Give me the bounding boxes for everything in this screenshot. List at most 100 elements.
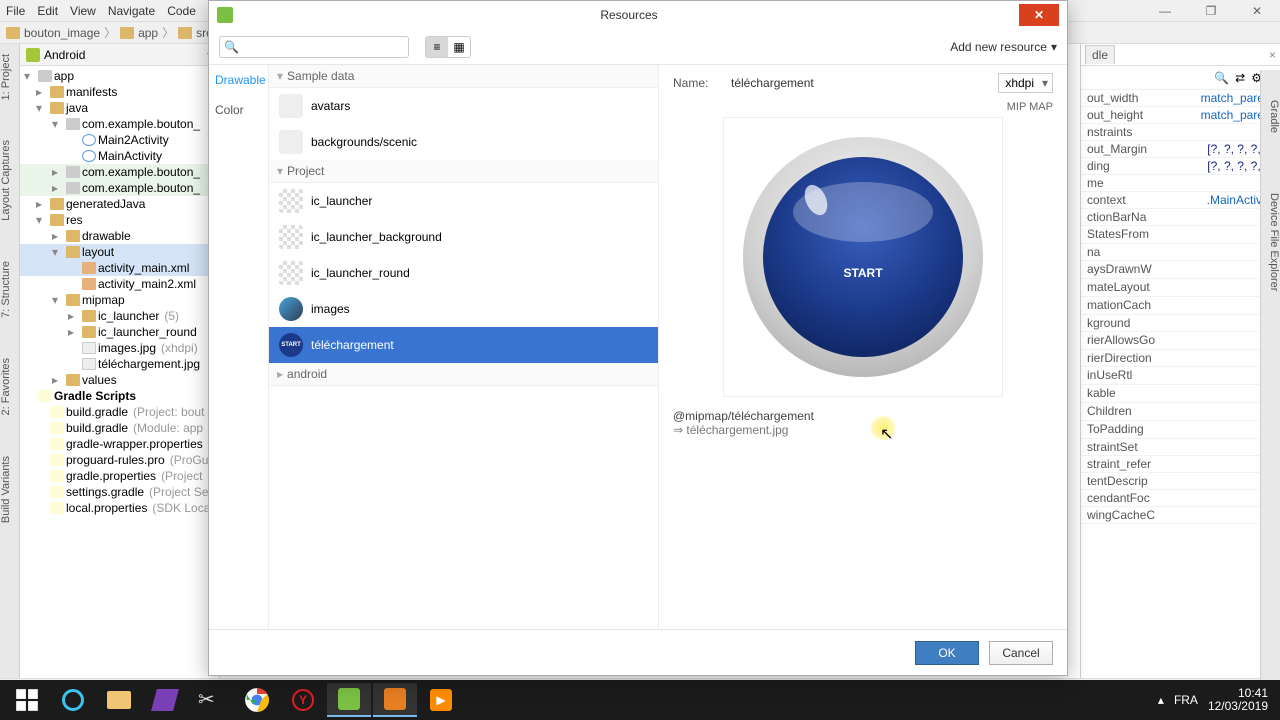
taskbar-ie[interactable]	[51, 683, 95, 717]
resource-section[interactable]: ▾Project	[269, 160, 658, 183]
density-select[interactable]: xhdpi	[998, 73, 1053, 93]
attr-row[interactable]: cendantFoc	[1081, 490, 1280, 507]
ok-button[interactable]: OK	[915, 641, 979, 665]
add-new-resource-button[interactable]: Add new resource▾	[950, 40, 1057, 54]
attr-row[interactable]: out_heightmatch_parent	[1081, 107, 1280, 124]
project-tree[interactable]: ▾app▸manifests▾java▾com.example.bouton_M…	[20, 66, 219, 678]
menu-navigate[interactable]: Navigate	[108, 4, 155, 18]
sidetab[interactable]: 7: Structure	[0, 261, 19, 318]
sidetab[interactable]: Build Variants	[0, 456, 19, 523]
attr-row[interactable]: na	[1081, 244, 1280, 261]
menu-code[interactable]: Code	[167, 4, 196, 18]
tree-row[interactable]: MainActivity	[20, 148, 219, 164]
menu-edit[interactable]: Edit	[37, 4, 58, 18]
tree-row[interactable]: Main2Activity	[20, 132, 219, 148]
close-icon[interactable]: ×	[1269, 48, 1276, 62]
tray-lang[interactable]: FRA	[1174, 693, 1198, 707]
tree-row[interactable]: activity_main2.xml	[20, 276, 219, 292]
tree-row[interactable]: activity_main.xml	[20, 260, 219, 276]
attr-row[interactable]: kable	[1081, 385, 1280, 403]
attr-row[interactable]: Children	[1081, 403, 1280, 421]
project-header-label[interactable]: Android	[44, 48, 85, 62]
attr-row[interactable]: nstraints	[1081, 124, 1280, 141]
menu-file[interactable]: File	[6, 4, 25, 18]
attr-row[interactable]: rierAllowsGo	[1081, 332, 1280, 350]
tree-row[interactable]: settings.gradle(Project Se	[20, 484, 219, 500]
tree-row[interactable]: ▸generatedJava	[20, 196, 219, 212]
search-box[interactable]: 🔍	[219, 36, 409, 58]
attr-row[interactable]: rierDirection	[1081, 350, 1280, 367]
resource-section[interactable]: ▾Sample data	[269, 65, 658, 88]
attr-row[interactable]: straintSet	[1081, 439, 1280, 456]
attr-row[interactable]: ding[?, ?, ?, ?, ?]	[1081, 158, 1280, 175]
restore-button[interactable]: ❐	[1188, 0, 1234, 22]
tree-row[interactable]: ▾app	[20, 68, 219, 84]
taskbar-player[interactable]: ▶	[419, 683, 463, 717]
link-icon[interactable]: ⇄	[1235, 71, 1245, 85]
tree-row[interactable]: ▾res	[20, 212, 219, 228]
attr-row[interactable]: out_widthmatch_parent	[1081, 90, 1280, 107]
tree-row[interactable]: build.gradle(Project: bout	[20, 404, 219, 420]
resource-item[interactable]: ic_launcher_round	[269, 255, 658, 291]
close-button[interactable]: ✕	[1234, 0, 1280, 22]
tree-row[interactable]: ▸drawable	[20, 228, 219, 244]
attr-row[interactable]: tentDescrip	[1081, 473, 1280, 490]
taskbar-vs[interactable]	[143, 683, 187, 717]
search-icon[interactable]: 🔍	[1214, 71, 1229, 85]
tree-row[interactable]: ▸values	[20, 372, 219, 388]
cancel-button[interactable]: Cancel	[989, 641, 1053, 665]
attr-row[interactable]: straint_refer	[1081, 456, 1280, 473]
attr-row[interactable]: StatesFrom	[1081, 226, 1280, 244]
resource-item[interactable]: STARTtéléchargement	[269, 327, 658, 363]
tree-row[interactable]: ▾com.example.bouton_	[20, 116, 219, 132]
search-input[interactable]	[239, 40, 404, 54]
tree-row[interactable]: Gradle Scripts	[20, 388, 219, 404]
attributes-list[interactable]: out_widthmatch_parentout_heightmatch_par…	[1081, 90, 1280, 678]
resource-item[interactable]: avatars	[269, 88, 658, 124]
sidetab[interactable]: Gradle	[1261, 100, 1280, 133]
tree-row[interactable]: build.gradle(Module: app	[20, 420, 219, 436]
attr-row[interactable]: kground	[1081, 315, 1280, 332]
tree-row[interactable]: local.properties(SDK Loca	[20, 500, 219, 516]
breadcrumb-item[interactable]: app	[138, 26, 158, 40]
attr-row[interactable]: inUseRtl	[1081, 367, 1280, 385]
dialog-close-button[interactable]: ✕	[1019, 4, 1059, 26]
tab-gradle[interactable]: dle	[1085, 45, 1115, 64]
list-view-button[interactable]: ≡	[426, 37, 448, 57]
attr-row[interactable]: ctionBarNa	[1081, 209, 1280, 226]
taskbar-explorer[interactable]	[97, 683, 141, 717]
tree-row[interactable]: ▸ic_launcher_round	[20, 324, 219, 340]
attr-row[interactable]: wingCacheC	[1081, 507, 1280, 524]
sidetab[interactable]: Layout Captures	[0, 140, 19, 221]
start-menu-button[interactable]	[5, 683, 49, 717]
attr-row[interactable]: mateLayout	[1081, 279, 1280, 297]
tree-row[interactable]: ▸ic_launcher(5)	[20, 308, 219, 324]
taskbar-app-2[interactable]	[373, 683, 417, 717]
dialog-titlebar[interactable]: Resources ✕	[209, 1, 1067, 29]
sidetab[interactable]: 2: Favorites	[0, 358, 19, 415]
breadcrumb-item[interactable]: bouton_image	[24, 26, 100, 40]
attr-row[interactable]: me	[1081, 175, 1280, 192]
tree-row[interactable]: téléchargement.jpg	[20, 356, 219, 372]
minimize-button[interactable]: —	[1142, 0, 1188, 22]
attr-row[interactable]: mationCach	[1081, 297, 1280, 315]
tree-row[interactable]: ▾layout	[20, 244, 219, 260]
tray-up-icon[interactable]: ▴	[1158, 693, 1164, 707]
tree-row[interactable]: ▾mipmap	[20, 292, 219, 308]
category-color[interactable]: Color	[215, 103, 262, 117]
tree-row[interactable]: ▸manifests	[20, 84, 219, 100]
attr-row[interactable]: aysDrawnW	[1081, 261, 1280, 279]
tree-row[interactable]: images.jpg(xhdpi)	[20, 340, 219, 356]
resource-item[interactable]: images	[269, 291, 658, 327]
menu-view[interactable]: View	[70, 4, 96, 18]
attr-row[interactable]: out_Margin[?, ?, ?, ?, ?]	[1081, 141, 1280, 158]
resource-item[interactable]: ic_launcher	[269, 183, 658, 219]
tree-row[interactable]: gradle-wrapper.properties	[20, 436, 219, 452]
tree-row[interactable]: ▸com.example.bouton_	[20, 164, 219, 180]
resource-list[interactable]: ▾Sample dataavatarsbackgrounds/scenic▾Pr…	[269, 65, 659, 629]
resource-item[interactable]: ic_launcher_background	[269, 219, 658, 255]
category-drawable[interactable]: Drawable	[215, 73, 262, 87]
sidetab[interactable]: Device File Explorer	[1261, 193, 1280, 291]
tree-row[interactable]: ▸com.example.bouton_	[20, 180, 219, 196]
taskbar-android-studio[interactable]	[327, 683, 371, 717]
